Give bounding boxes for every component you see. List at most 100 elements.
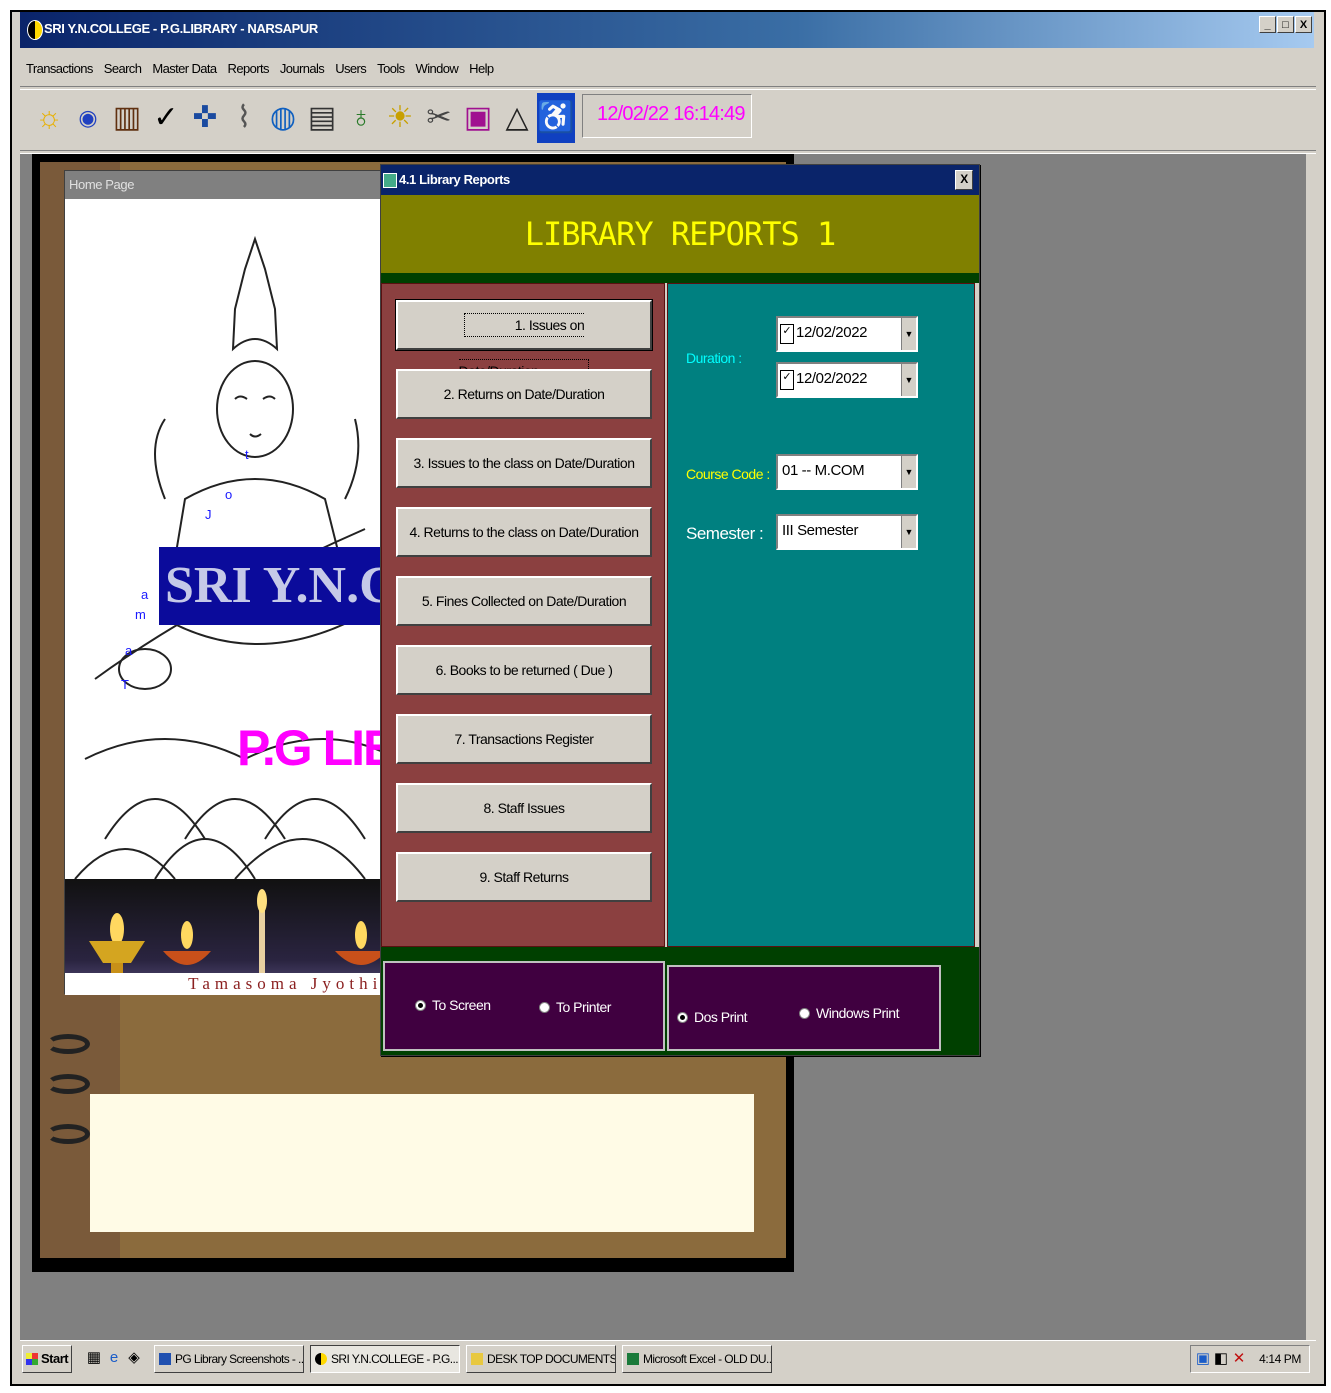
paperclip-icon[interactable]: ⌇ xyxy=(225,93,263,143)
home-page-title[interactable]: Home Page xyxy=(65,171,397,199)
sun-icon[interactable]: ☼ xyxy=(30,93,68,143)
radio-selected-icon[interactable] xyxy=(677,1011,688,1023)
app-title-bar[interactable]: SRI Y.N.COLLEGE - P.G.LIBRARY - NARSAPUR… xyxy=(20,12,1314,48)
chevron-down-icon[interactable]: ▼ xyxy=(901,456,916,488)
transactions-register-button[interactable]: 7. Transactions Register xyxy=(396,714,652,764)
connection-icon[interactable]: ✕ xyxy=(1231,1350,1247,1368)
course-code-select[interactable]: 01 -- M.COM ▼ xyxy=(776,454,918,490)
notepad-icon[interactable]: ▤ xyxy=(303,93,341,143)
taskbar-item-excel[interactable]: Microsoft Excel - OLD DU... xyxy=(622,1345,772,1373)
date-from-value: 12/02/2022 xyxy=(796,324,868,341)
chevron-down-icon[interactable]: ▼ xyxy=(901,364,916,396)
browser-icon[interactable]: e xyxy=(106,1349,122,1367)
taskbar: Start ▦ e ◈ PG Library Screenshots - ...… xyxy=(20,1340,1316,1377)
menu-window[interactable]: Window xyxy=(411,56,465,82)
date-to-value: 12/02/2022 xyxy=(796,370,868,387)
issues-to-class-button[interactable]: 3. Issues to the class on Date/Duration xyxy=(396,438,652,488)
lightbulb-icon[interactable]: ☀ xyxy=(381,93,419,143)
staff-issues-button[interactable]: 8. Staff Issues xyxy=(396,783,652,833)
taskbar-item-label: Microsoft Excel - OLD DU... xyxy=(643,1352,772,1366)
wheelchair-icon[interactable]: ♿ xyxy=(537,93,575,143)
ring-icon xyxy=(46,1074,90,1094)
windows-print-label: Windows Print xyxy=(816,1005,899,1021)
radio-unselected-icon[interactable] xyxy=(539,1001,550,1013)
dos-print-radio[interactable]: Dos Print xyxy=(677,1009,748,1025)
date-from-checkbox[interactable]: ✓ xyxy=(780,324,794,344)
dialog-title: 4.1 Library Reports xyxy=(399,172,510,187)
fines-collected-button[interactable]: 5. Fines Collected on Date/Duration xyxy=(396,576,652,626)
chevron-down-icon[interactable]: ▼ xyxy=(901,516,916,548)
start-button[interactable]: Start xyxy=(22,1345,72,1373)
college-logo-banner: SRI Y.N.CO xyxy=(159,547,397,625)
desktop-icon[interactable]: ▦ xyxy=(86,1349,102,1367)
windows-print-radio[interactable]: Windows Print xyxy=(799,1005,899,1021)
checkmark-icon[interactable]: ✓ xyxy=(147,93,185,143)
maximize-button[interactable]: □ xyxy=(1277,16,1294,33)
taskbar-item-desktop-documents[interactable]: DESK TOP DOCUMENTS xyxy=(466,1345,616,1373)
books-icon[interactable]: ▥ xyxy=(108,93,146,143)
staff-returns-button[interactable]: 9. Staff Returns xyxy=(396,852,652,902)
menu-journals[interactable]: Journals xyxy=(275,56,330,82)
bell-icon[interactable]: △ xyxy=(498,93,536,143)
goddess-drawing: toJ sam aT xyxy=(74,235,397,879)
dialog-title-bar[interactable]: 4.1 Library Reports X xyxy=(381,165,979,195)
scissors-icon[interactable]: ✂ xyxy=(420,93,458,143)
bulb-icon[interactable]: ◉ xyxy=(69,93,107,143)
to-printer-radio[interactable]: To Printer xyxy=(539,999,611,1015)
close-button[interactable]: X xyxy=(1295,16,1312,33)
radio-selected-icon[interactable] xyxy=(415,999,426,1011)
returns-on-date-button[interactable]: 2. Returns on Date/Duration xyxy=(396,369,652,419)
svg-text:T: T xyxy=(121,677,129,692)
menu-bar: Transactions Search Master Data Reports … xyxy=(20,56,500,82)
returns-to-class-button[interactable]: 4. Returns to the class on Date/Duration xyxy=(396,507,652,557)
ring-icon xyxy=(46,1034,90,1054)
issues-on-date-button[interactable]: 1. Issues on Date/Duration xyxy=(395,299,653,383)
menu-tools[interactable]: Tools xyxy=(372,56,410,82)
reports-banner: LIBRARY REPORTS 1 xyxy=(381,195,979,273)
volume-icon[interactable]: ◧ xyxy=(1213,1350,1229,1368)
app-logo-icon xyxy=(315,1353,327,1365)
word-icon xyxy=(159,1353,171,1365)
semester-label: Semester : xyxy=(686,524,764,543)
radio-unselected-icon[interactable] xyxy=(799,1007,810,1019)
dialog-close-button[interactable]: X xyxy=(955,170,973,190)
globe-stand-icon[interactable]: ♁ xyxy=(342,93,380,143)
print-mode-group: Dos Print Windows Print xyxy=(667,965,941,1051)
date-from-picker[interactable]: ✓ 12/02/2022 ▼ xyxy=(776,316,918,352)
report-options-panel: Duration : ✓ 12/02/2022 ▼ ✓ 12/02/2022 ▼… xyxy=(667,283,975,947)
to-screen-radio[interactable]: To Screen xyxy=(415,997,491,1013)
menu-transactions[interactable]: Transactions xyxy=(20,56,99,82)
books-due-button[interactable]: 6. Books to be returned ( Due ) xyxy=(396,645,652,695)
svg-text:t: t xyxy=(245,447,249,462)
taskbar-item-library-app[interactable]: SRI Y.N.COLLEGE - P.G.... xyxy=(310,1345,460,1373)
menu-help[interactable]: Help xyxy=(464,56,499,82)
taskbar-item-pg-screenshots[interactable]: PG Library Screenshots - ... xyxy=(154,1345,304,1373)
date-to-picker[interactable]: ✓ 12/02/2022 ▼ xyxy=(776,362,918,398)
network-icon[interactable]: ▣ xyxy=(1195,1350,1211,1368)
taskbar-item-label: PG Library Screenshots - ... xyxy=(175,1352,304,1366)
menu-users[interactable]: Users xyxy=(330,56,372,82)
output-options-bar: To Screen To Printer Dos Print Windows P… xyxy=(381,947,979,1055)
minimize-button[interactable]: _ xyxy=(1259,16,1276,33)
svg-text:J: J xyxy=(205,507,212,522)
svg-text:m: m xyxy=(135,607,146,622)
folder-icon xyxy=(471,1353,483,1365)
home-page-window[interactable]: Home Page toJ sam xyxy=(64,170,398,995)
puzzle-icon[interactable]: ✜ xyxy=(186,93,224,143)
menu-search[interactable]: Search xyxy=(99,56,148,82)
to-screen-label: To Screen xyxy=(432,997,491,1013)
menu-master-data[interactable]: Master Data xyxy=(147,56,222,82)
lamps-image: Tamasoma Jyothir xyxy=(65,879,397,995)
svg-text:a: a xyxy=(141,587,149,602)
globe-icon[interactable]: ◍ xyxy=(264,93,302,143)
picture-icon[interactable]: ▣ xyxy=(459,93,497,143)
menu-reports[interactable]: Reports xyxy=(223,56,275,82)
chevron-down-icon[interactable]: ▼ xyxy=(901,318,916,350)
semester-select[interactable]: III Semester ▼ xyxy=(776,514,918,550)
channels-icon[interactable]: ◈ xyxy=(126,1349,142,1367)
to-printer-label: To Printer xyxy=(556,999,611,1015)
date-to-checkbox[interactable]: ✓ xyxy=(780,370,794,390)
library-reports-dialog[interactable]: 4.1 Library Reports X LIBRARY REPORTS 1 … xyxy=(380,164,980,1056)
taskbar-clock: 4:14 PM xyxy=(1259,1352,1301,1366)
toolbar-datetime: 12/02/22 16:14:49 xyxy=(582,94,752,138)
